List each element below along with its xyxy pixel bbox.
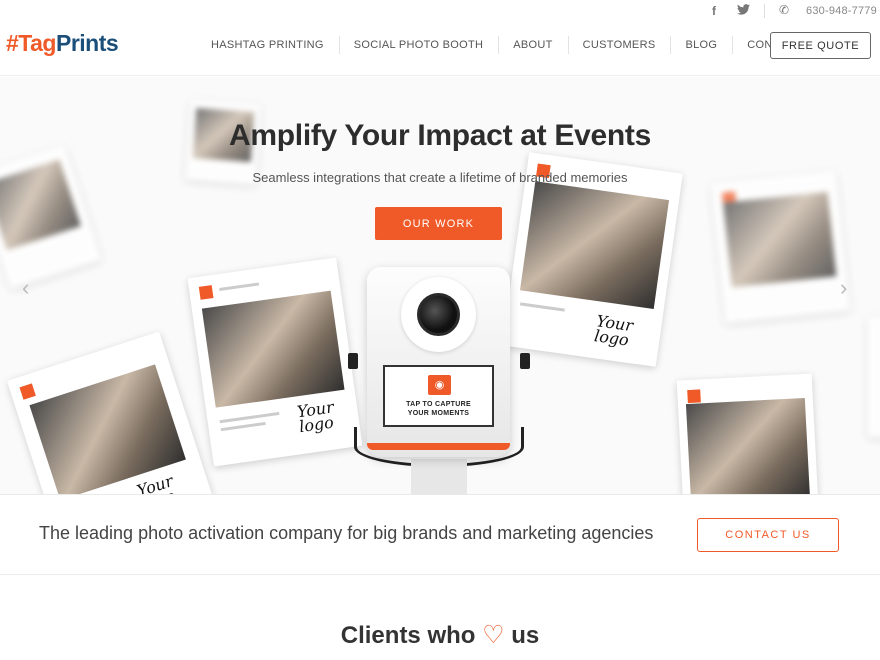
card-bar	[220, 421, 266, 432]
phone-icon: ✆	[779, 3, 790, 17]
main-navbar: #TagPrints HASHTAG PRINTING SOCIAL PHOTO…	[0, 22, 880, 76]
tagprints-logo[interactable]: #TagPrints	[6, 30, 119, 57]
free-quote-button[interactable]: FREE QUOTE	[770, 32, 871, 59]
heart-icon: ♡	[482, 621, 505, 649]
card-logo-script: Your logo	[593, 311, 635, 350]
card-square	[19, 383, 36, 400]
photo-card	[676, 373, 819, 494]
card-photo	[201, 290, 345, 408]
photo-card-bg	[711, 170, 850, 324]
clients-heading: Clients who ♡ us	[340, 621, 540, 649]
card-photo	[685, 397, 811, 494]
booth-stripe	[367, 443, 510, 450]
hero-title: Amplify Your Impact at Events	[229, 119, 651, 152]
twitter-icon[interactable]	[737, 4, 750, 18]
card-bar	[219, 411, 280, 424]
carousel-prev-arrow-icon[interactable]: ‹	[22, 275, 29, 301]
tagline-text: The leading photo activation company for…	[39, 523, 654, 543]
facebook-icon[interactable]: f	[712, 4, 716, 18]
nav-item-social-photo-booth[interactable]: SOCIAL PHOTO BOOTH	[338, 36, 498, 54]
booth-base	[411, 459, 467, 494]
card-bar	[219, 282, 260, 292]
card-photo	[520, 181, 670, 310]
photo-card: Your logo	[6, 331, 214, 494]
nav-item-about[interactable]: ABOUT	[498, 36, 567, 54]
hero-subtitle: Seamless integrations that create a life…	[252, 170, 628, 185]
booth-screen: ◉ TAP TO CAPTURE YOUR MOMENTS	[383, 365, 494, 427]
phone-number[interactable]: 630-948-7779	[806, 5, 877, 17]
card-logo-script: Your logo	[295, 397, 335, 437]
top-bar: f ✆ 630-948-7779	[0, 0, 880, 22]
tagline-section: The leading photo activation company for…	[0, 494, 880, 575]
card-bar	[519, 302, 565, 312]
nav-item-hashtag-printing[interactable]: HASHTAG PRINTING	[196, 36, 339, 54]
photo-card-bg	[868, 317, 880, 437]
card-square	[687, 389, 701, 404]
booth-knob-left	[348, 353, 358, 369]
top-divider	[764, 4, 765, 18]
photo-card-bg	[0, 145, 102, 289]
carousel-next-arrow-icon[interactable]: ›	[840, 275, 847, 301]
nav-item-customers[interactable]: CUSTOMERS	[567, 36, 671, 54]
hero-section: Your logo Your logo Your logo Amplify Yo…	[0, 77, 880, 494]
photo-booth-device: ◉ TAP TO CAPTURE YOUR MOMENTS	[367, 267, 510, 457]
our-work-button[interactable]: OUR WORK	[375, 207, 502, 240]
booth-knob-right	[520, 353, 530, 369]
camera-icon: ◉	[428, 375, 451, 395]
tap-to-capture-text: TAP TO CAPTURE YOUR MOMENTS	[406, 401, 471, 417]
card-square	[198, 285, 214, 300]
nav-item-blog[interactable]: BLOG	[670, 36, 732, 54]
photo-card: Your logo	[187, 257, 363, 467]
contact-us-button[interactable]: CONTACT US	[697, 518, 839, 552]
camera-lens-icon	[417, 293, 460, 336]
camera-lens-ring	[401, 277, 476, 352]
nav-menu: HASHTAG PRINTING SOCIAL PHOTO BOOTH ABOU…	[196, 36, 817, 54]
card-photo	[723, 191, 837, 288]
